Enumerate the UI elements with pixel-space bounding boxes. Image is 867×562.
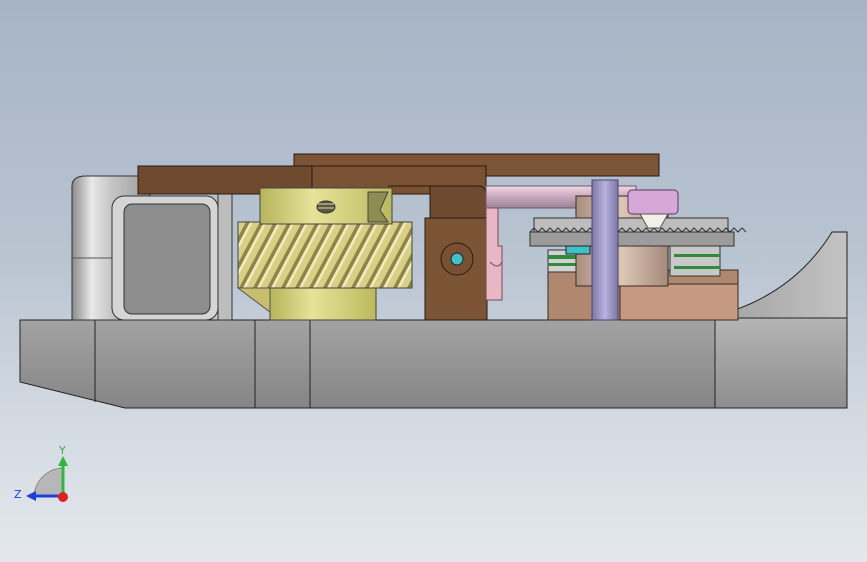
base-plate[interactable] [19, 317, 848, 409]
pivot-bearing[interactable] [440, 242, 474, 276]
y-axis-label: Y [58, 444, 66, 457]
z-axis-arrow-icon [26, 491, 36, 501]
x-axis-dot-icon [58, 492, 68, 502]
z-axis-label: Z [14, 488, 22, 501]
cad-model-view[interactable]: Y Z [0, 0, 867, 562]
motor-housing[interactable] [71, 175, 233, 321]
y-axis-arrow-icon [58, 456, 68, 466]
pink-follower[interactable] [485, 205, 503, 301]
cad-viewport[interactable]: Y Z [0, 0, 867, 562]
helical-gear-assembly[interactable] [236, 187, 413, 321]
orientation-triad: Y Z [14, 444, 68, 502]
